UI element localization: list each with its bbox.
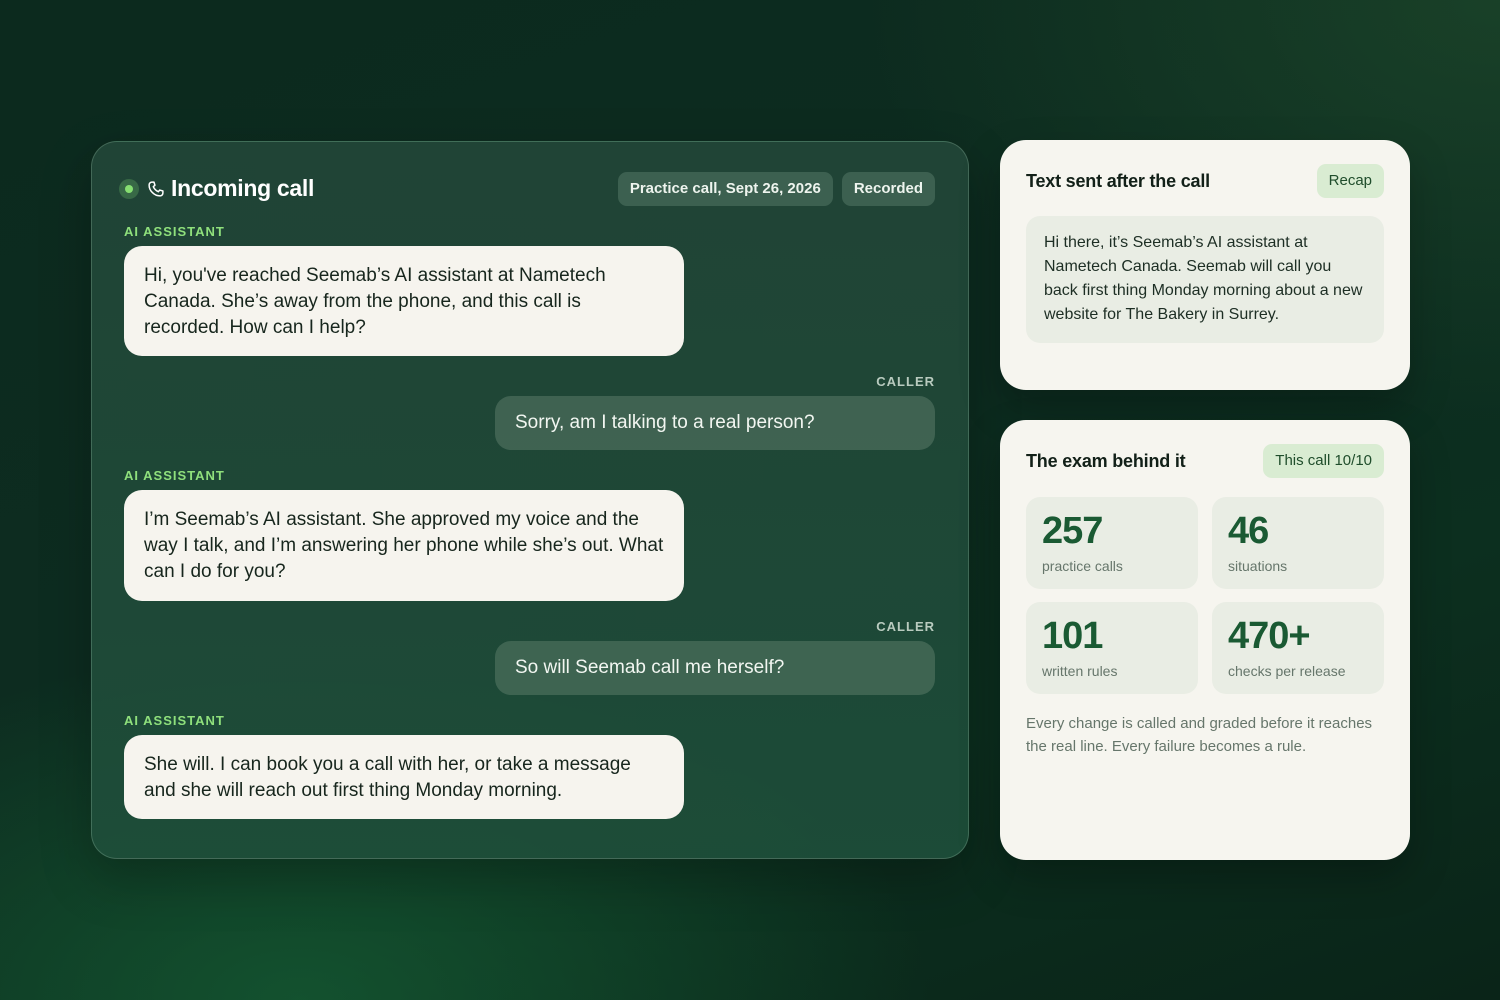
message-bubble-ai: Hi, you've reached Seemab’s AI assistant… (124, 246, 684, 356)
message-bubble-ai: I’m Seemab’s AI assistant. She approved … (124, 490, 684, 601)
speaker-label-ai: AI ASSISTANT (124, 224, 225, 239)
stat-grid: 257 practice calls 46 situations 101 wri… (1026, 497, 1384, 694)
stat-value: 470+ (1228, 615, 1311, 657)
stat-value: 46 (1228, 510, 1269, 552)
practice-call-pill: Practice call, Sept 26, 2026 (617, 172, 833, 206)
exam-card-title: The exam behind it (1026, 451, 1186, 471)
recorded-pill: Recorded (841, 172, 935, 206)
stat-value: 257 (1042, 510, 1103, 552)
speaker-label-caller: CALLER (876, 619, 935, 634)
exam-footnote: Every change is called and graded before… (1026, 715, 1373, 755)
stat-label: checks per release (1228, 663, 1346, 679)
stat-label: practice calls (1042, 558, 1123, 574)
call-meta-pills: Practice call, Sept 26, 2026 Recorded (617, 172, 935, 206)
message-bubble-caller: So will Seemab call me herself? (495, 641, 935, 695)
speaker-label-caller: CALLER (876, 374, 935, 389)
recap-tag: Recap (1316, 164, 1384, 198)
exam-card: The exam behind it This call 10/10 257 p… (1000, 420, 1410, 860)
stat-label: written rules (1042, 663, 1118, 679)
stat-value: 101 (1042, 615, 1103, 657)
speaker-label-ai: AI ASSISTANT (124, 713, 225, 728)
recap-card: Text sent after the call Recap Hi there,… (1000, 140, 1410, 390)
recap-card-title: Text sent after the call (1026, 171, 1210, 191)
call-score-tag: This call 10/10 (1263, 444, 1384, 478)
recap-text-message: Hi there, it’s Seemab’s AI assistant at … (1026, 216, 1384, 343)
call-header: Incoming call Practice call, Sept 26, 20… (119, 172, 935, 208)
stat-checks-per-release: 470+ checks per release (1212, 602, 1384, 694)
stat-practice-calls: 257 practice calls (1026, 497, 1198, 589)
call-title: Incoming call (171, 175, 315, 201)
live-indicator-icon (119, 179, 139, 199)
stat-written-rules: 101 written rules (1026, 602, 1198, 694)
phone-icon (148, 181, 164, 197)
stat-situations: 46 situations (1212, 497, 1384, 589)
call-panel: Incoming call Practice call, Sept 26, 20… (91, 141, 969, 859)
speaker-label-ai: AI ASSISTANT (124, 468, 225, 483)
message-bubble-caller: Sorry, am I talking to a real person? (495, 396, 935, 450)
message-bubble-ai: She will. I can book you a call with her… (124, 735, 684, 819)
stat-label: situations (1228, 558, 1288, 574)
